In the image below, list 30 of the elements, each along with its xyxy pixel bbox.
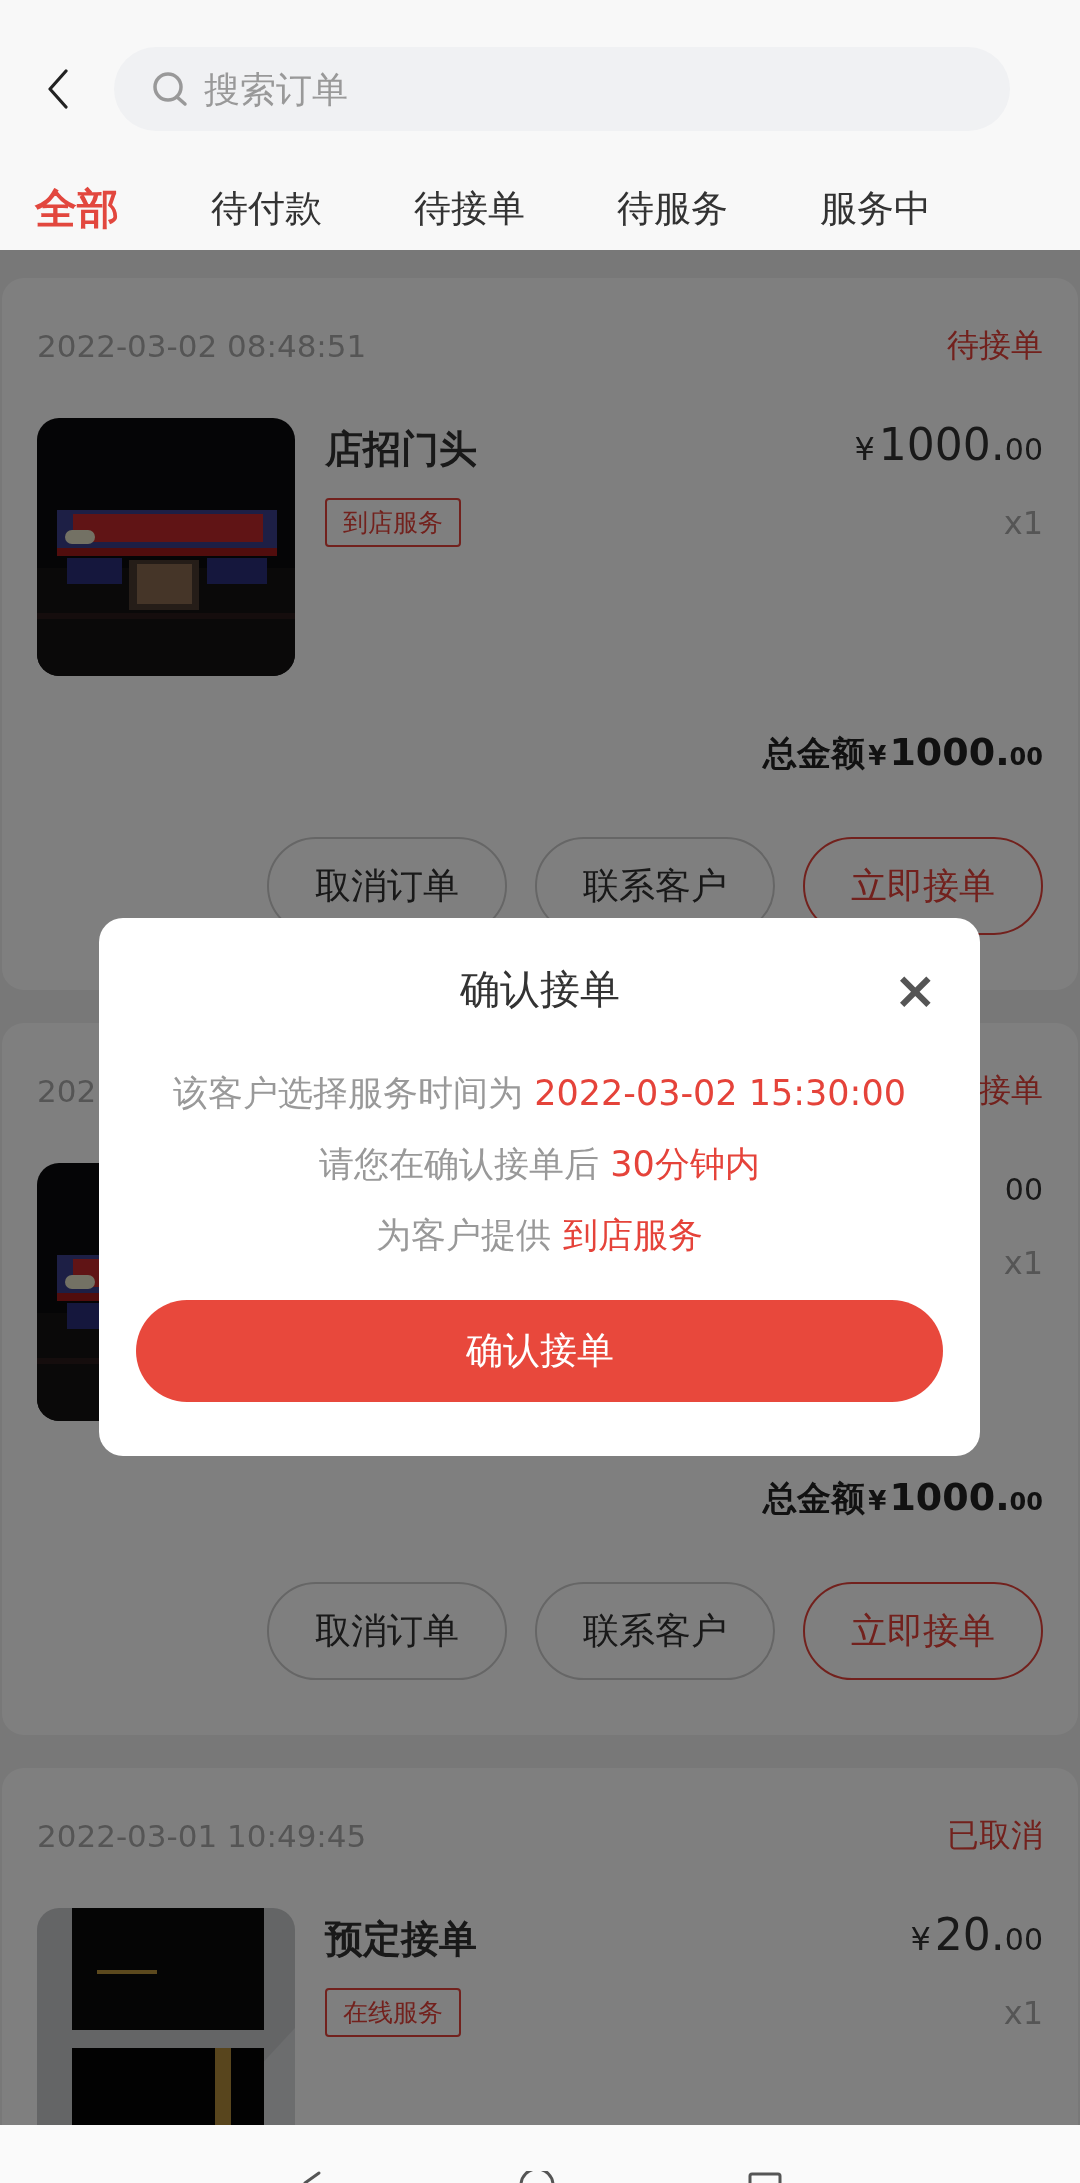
- order-status: 已取消: [947, 1815, 1043, 1856]
- price: ¥20.00: [910, 1908, 1043, 1962]
- recents-nav-icon[interactable]: [747, 2171, 783, 2183]
- close-button[interactable]: ×: [893, 968, 937, 1012]
- search-field[interactable]: 搜索订单: [114, 47, 1010, 131]
- tab[interactable]: 待付款: [211, 184, 322, 234]
- confirm-button[interactable]: 确认接单: [136, 1300, 943, 1402]
- service-tag: 到店服务: [325, 498, 461, 547]
- dialog-text: 该客户选择服务时间为 2022-03-02 15:30:00: [173, 1072, 906, 1114]
- tab[interactable]: 待服务: [617, 184, 728, 234]
- action-button[interactable]: 取消订单: [267, 1582, 507, 1680]
- tab[interactable]: 全部: [35, 181, 119, 237]
- price: 00: [1004, 1171, 1043, 1209]
- product-title: 预定接单: [325, 1916, 477, 1963]
- total-amount: 总金额¥1000.00: [763, 730, 1043, 774]
- accept-button[interactable]: 立即接单: [803, 1582, 1043, 1680]
- action-button[interactable]: 联系客户: [535, 1582, 775, 1680]
- product-title: 店招门头: [325, 426, 477, 473]
- home-nav-icon[interactable]: [517, 2171, 557, 2183]
- dialog-text: 请您在确认接单后 30分钟内: [319, 1143, 760, 1185]
- tab[interactable]: 服务中: [820, 184, 931, 234]
- service-tag: 在线服务: [325, 1988, 461, 2037]
- order-status: 接单: [979, 1070, 1043, 1111]
- back-icon[interactable]: [46, 69, 70, 109]
- order-status: 待接单: [947, 325, 1043, 366]
- tab[interactable]: 待接单: [414, 184, 525, 234]
- price: ¥1000.00: [854, 418, 1043, 472]
- total-amount: 总金额¥1000.00: [763, 1475, 1043, 1519]
- dialog-text: 为客户提供 到店服务: [376, 1214, 703, 1256]
- dialog-title: 确认接单: [459, 964, 620, 1014]
